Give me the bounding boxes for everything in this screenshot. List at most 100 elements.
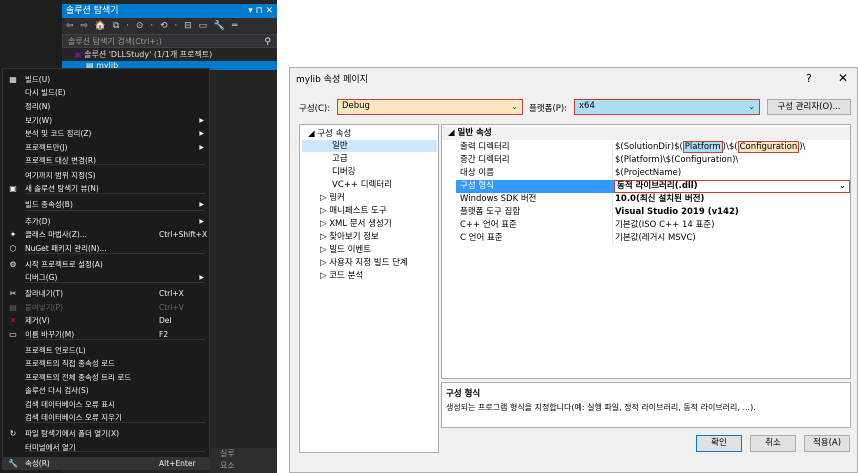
menu-item-unload-project[interactable]: 프로젝트 언로드(L) (3, 344, 209, 357)
config-select[interactable]: Debug ⌄ (337, 99, 523, 115)
apply-button[interactable]: 적용(A) (804, 435, 850, 452)
property-name: Windows SDK 버전 (460, 194, 537, 204)
config-type-select[interactable]: 동적 라이브러리(.dll) ⌄ (614, 180, 850, 193)
column-divider (612, 219, 613, 232)
context-menu: ▦ 빌드(U) 다시 빌드(E) 정리(N) 보기(W) ▶ 분석 및 코드 정리(Z) ▶ 프… (2, 68, 210, 470)
bottom-tab-2[interactable]: 요소 (220, 460, 277, 472)
tree-item-solution[interactable]: ▣ 솔루션 'DLLStudy' (1/1개 프로젝트) (62, 49, 277, 61)
menu-item-label: 빌드(U) (25, 75, 51, 84)
menu-item-shortcut: Ctrl+V (159, 303, 184, 312)
bottom-tabs: 실루 요소 (210, 448, 277, 473)
property-tree: ◢ 구성 속성 일반 고급 디버깅 VC++ 디렉터리 ▷ 링커 ▷ 매니페스트 도구 ▷ X… (299, 124, 439, 453)
config-manager-button[interactable]: 구성 관리자(O)... (767, 99, 851, 115)
tree-item-8[interactable]: ▷ 찾아보기 정보 (320, 231, 379, 243)
config-select-value: Debug (342, 101, 370, 111)
build-icon: ▦ (9, 75, 17, 84)
menu-item-label: 솔루션 다시 검사(S) (25, 386, 89, 395)
menu-item-label: 파일 탐색기에서 폴더 열기(X) (25, 429, 120, 438)
tree-item-0[interactable]: ◢ 구성 속성 (308, 128, 351, 140)
menu-item-rebuild[interactable]: 다시 빌드(E) (3, 86, 209, 99)
close-button[interactable]: ✕ (838, 71, 852, 85)
cut-icon: ✂ (9, 289, 17, 298)
ok-button[interactable]: 확인 (696, 435, 742, 452)
rename-icon: ▭ (9, 330, 17, 339)
property-row-platform-toolset[interactable]: 플랫폼 도구 집합 Visual Studio 2019 (v142) (442, 206, 850, 219)
menu-item-load-dep-tree[interactable]: 프로젝트의 전체 종속성 트리 로드 (3, 371, 209, 384)
menu-item-label: 프로젝트만(J) (25, 143, 68, 152)
property-row-output-dir[interactable]: 출력 디렉터리 $(SolutionDir)$(Platform)\$(Conf… (442, 141, 850, 154)
search-icon[interactable]: ⚲ (264, 35, 271, 49)
column-divider (612, 154, 613, 167)
menu-separator (25, 193, 205, 194)
property-value: Visual Studio 2019 (v142) (615, 207, 739, 217)
dialog-title: mylib 속성 페이지 (296, 75, 368, 85)
tree-item-11[interactable]: ▷ 코드 분석 (320, 270, 363, 282)
menu-item-scope-to-this[interactable]: 여기까지 범위 지정(S) (3, 169, 209, 182)
solution-explorer-search-input[interactable]: 솔루션 탐색기 검색(Ctrl+;) ⚲ (62, 34, 277, 48)
tree-item-9[interactable]: ▷ 빌드 이벤트 (320, 244, 371, 256)
menu-item-label: 제거(V) (25, 316, 50, 325)
description-text: 생성되는 프로그램 형식을 지정합니다(예: 실행 파일, 정적 라이브러리, … (446, 403, 756, 412)
menu-item-project-only[interactable]: 프로젝트만(J) ▶ (3, 141, 209, 154)
submenu-arrow-icon: ▶ (199, 218, 204, 225)
menu-item-class-wizard[interactable]: ✦ 클래스 마법사(Z)... Ctrl+Shift+X (3, 228, 209, 241)
menu-item-retarget[interactable]: 프로젝트 대상 변경(R) (3, 154, 209, 167)
tree-item-10[interactable]: ▷ 사용자 지정 빌드 단계 (320, 257, 408, 269)
solution-explorer-toolbar[interactable]: ⇦ ⇨ 🏠 ⧉ · ⊙ · ⟲ · ⊟ ▭ 🔧 ═ (62, 18, 277, 34)
grid-category-general[interactable]: ◢ 일반 속성 (442, 127, 850, 140)
menu-item-label: 보기(W) (25, 116, 53, 125)
solution-label: 솔루션 'DLLStudy' (1/1개 프로젝트) (84, 50, 213, 59)
property-row-sdk-version[interactable]: Windows SDK 버전 10.0(최신 설치된 버전) (442, 193, 850, 206)
menu-item-shortcut: Ctrl+Shift+X (159, 230, 208, 239)
menu-item-label: 정리(N) (25, 102, 51, 111)
menu-separator (25, 451, 205, 452)
cancel-button[interactable]: 취소 (750, 435, 796, 452)
platform-select[interactable]: x64 ⌄ (574, 99, 760, 115)
tree-item-3[interactable]: 디버깅 (332, 166, 355, 178)
panel-window-controls[interactable]: ▾ ⊓ ✕ (248, 4, 273, 18)
property-row-target-name[interactable]: 대상 이름 $(ProjectName) (442, 167, 850, 180)
property-row-c-standard[interactable]: C 언어 표준 기본값(레거시 MSVC) (442, 232, 850, 245)
column-divider (612, 141, 613, 154)
menu-item-label: 추가(D) (25, 217, 51, 226)
menu-item-shortcut: Alt+Enter (159, 459, 196, 468)
chevron-down-icon: ⌄ (838, 181, 846, 191)
property-name: C 언어 표준 (460, 233, 503, 243)
menu-item-view[interactable]: 보기(W) ▶ (3, 114, 209, 127)
menu-item-cut[interactable]: ✂ 잘라내기(T) Ctrl+X (3, 287, 209, 300)
tree-item-4[interactable]: VC++ 디렉터리 (332, 179, 392, 191)
property-value: 10.0(최신 설치된 버전) (615, 194, 705, 204)
menu-item-clean[interactable]: 정리(N) (3, 100, 209, 113)
menu-item-load-direct-deps[interactable]: 프로젝트의 직접 종속성 로드 (3, 357, 209, 370)
nuget-icon: ⬡ (9, 244, 17, 253)
property-name: 출력 디렉터리 (460, 142, 510, 152)
description-panel: 구성 형식 생성되는 프로그램 형식을 지정합니다(예: 실행 파일, 정적 라… (441, 382, 851, 428)
menu-item-open-in-explorer[interactable]: ↻ 파일 탐색기에서 폴더 열기(X) (3, 427, 209, 440)
property-row-config-type[interactable]: 구성 형식 동적 라이브러리(.dll) ⌄ (442, 180, 850, 193)
submenu-arrow-icon: ▶ (199, 144, 204, 151)
submenu-arrow-icon: ▶ (199, 117, 204, 124)
class-wizard-icon: ✦ (9, 230, 17, 239)
menu-item-set-startup[interactable]: ⚙ 시작 프로젝트로 설정(A) (3, 258, 209, 271)
menu-item-show-db-errors[interactable]: 검색 데이터베이스 오류 표시 (3, 398, 209, 411)
menu-item-rescan-solution[interactable]: 솔루션 다시 검사(S) (3, 384, 209, 397)
menu-item-properties[interactable]: 🔧 속성(R) Alt+Enter (3, 457, 209, 470)
property-value: 기본값(레거시 MSVC) (615, 233, 696, 243)
menu-item-label: 다시 빌드(E) (25, 88, 66, 97)
menu-separator (25, 210, 205, 211)
tree-item-2[interactable]: 고급 (332, 153, 348, 165)
tree-item-5[interactable]: ▷ 링커 (320, 192, 345, 204)
menu-item-open-in-terminal[interactable]: 터미널에서 열기 (3, 441, 209, 454)
new-view-icon: ▣ (9, 184, 17, 193)
menu-item-remove[interactable]: ✕ 제거(V) Del (3, 314, 209, 327)
bottom-tab-1[interactable]: 실루 (220, 448, 277, 460)
tree-item-6[interactable]: ▷ 매니페스트 도구 (320, 205, 387, 217)
menu-item-add[interactable]: 추가(D) ▶ (3, 215, 209, 228)
help-button[interactable]: ? (806, 72, 818, 86)
property-row-intermediate-dir[interactable]: 중간 디렉터리 $(Platform)\$(Configuration)\ (442, 154, 850, 167)
menu-item-analyze[interactable]: 분석 및 코드 정리(Z) ▶ (3, 127, 209, 140)
tree-item-1[interactable]: 일반 (302, 140, 437, 152)
menu-item-build[interactable]: ▦ 빌드(U) (3, 73, 209, 86)
tree-item-7[interactable]: ▷ XML 문서 생성기 (320, 218, 392, 230)
property-row-cpp-standard[interactable]: C++ 언어 표준 기본값(ISO C++ 14 표준) (442, 219, 850, 232)
